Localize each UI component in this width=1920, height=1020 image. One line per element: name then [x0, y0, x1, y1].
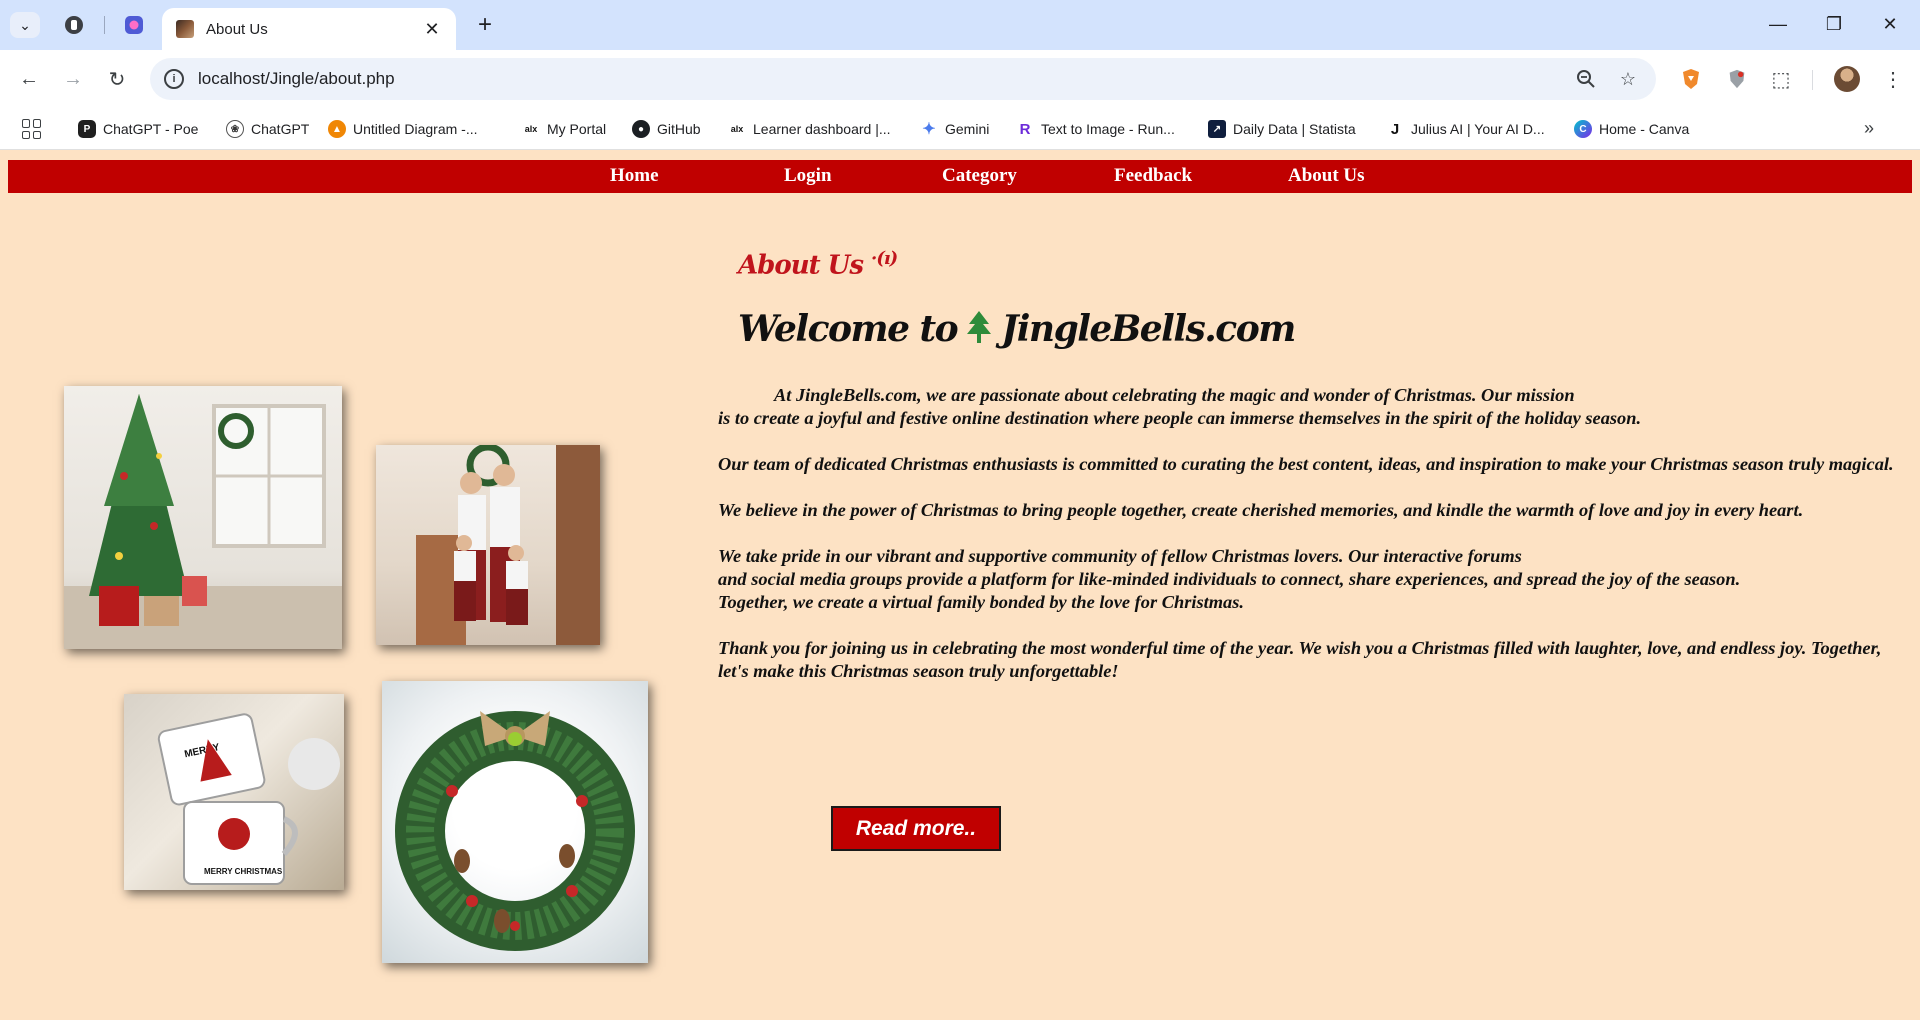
- toolbar-separator: [1812, 70, 1813, 90]
- nav-link-feedback[interactable]: Feedback: [1114, 165, 1192, 187]
- new-tab-button[interactable]: +: [470, 10, 500, 40]
- browser-toolbar: ← → ↻ i localhost/Jingle/about.php ☆ ⬚ ⋮: [0, 50, 1920, 108]
- tab-separator: [104, 16, 105, 34]
- broadcast-icon: ·(ı): [871, 248, 898, 269]
- address-bar[interactable]: i localhost/Jingle/about.php ☆: [150, 58, 1656, 100]
- nav-link-category[interactable]: Category: [942, 165, 1017, 187]
- nav-link-login[interactable]: Login: [784, 165, 832, 187]
- pinned-app-icon: [125, 16, 143, 34]
- welcome-heading: Welcome to JingleBells.com: [738, 308, 1296, 350]
- about-paragraph: Thank you for joining us in celebrating …: [718, 638, 1882, 681]
- bookmarks-bar: P ChatGPT - Poe ❀ ChatGPT ▲ Untitled Dia…: [0, 108, 1920, 150]
- bookmark-item[interactable]: alx My Portal: [522, 118, 606, 140]
- poe-icon: P: [78, 120, 96, 138]
- bookmark-item[interactable]: P ChatGPT - Poe: [78, 118, 198, 140]
- bookmark-star-icon[interactable]: ☆: [1614, 65, 1642, 93]
- site-navbar: Home Login Category Feedback About Us: [8, 160, 1912, 193]
- about-description: At JingleBells.com, we are passionate ab…: [718, 384, 1898, 706]
- pinned-tab-2[interactable]: [122, 13, 146, 37]
- julius-icon: J: [1386, 120, 1404, 138]
- bookmark-item[interactable]: alx Learner dashboard |...: [728, 118, 891, 140]
- canva-icon: C: [1574, 120, 1592, 138]
- profile-avatar[interactable]: [1834, 66, 1860, 92]
- restore-icon[interactable]: ❐: [1814, 8, 1854, 40]
- gemini-icon: ✦: [920, 120, 938, 138]
- window-close-icon[interactable]: ✕: [1870, 8, 1910, 40]
- read-more-button[interactable]: Read more..: [831, 806, 1001, 851]
- about-paragraph: Our team of dedicated Christmas enthusia…: [718, 454, 1894, 474]
- minimize-icon[interactable]: —: [1758, 8, 1798, 40]
- extensions-puzzle-icon[interactable]: ⬚: [1768, 66, 1794, 92]
- tab-title: About Us: [206, 20, 268, 38]
- brave-shield-icon[interactable]: [1678, 66, 1704, 92]
- active-tab[interactable]: About Us ✕: [162, 8, 456, 50]
- about-paragraph: At JingleBells.com, we are passionate ab…: [718, 385, 1642, 428]
- forward-arrow-icon[interactable]: →: [58, 64, 88, 94]
- alx-icon: alx: [728, 120, 746, 138]
- christmas-mugs-photo: MERRY MERRY CHRISTMAS: [124, 694, 344, 890]
- reload-icon[interactable]: ↻: [102, 64, 132, 94]
- github-icon: ●: [632, 120, 650, 138]
- apps-grid-icon[interactable]: [22, 119, 42, 139]
- svg-text:MERRY CHRISTMAS: MERRY CHRISTMAS: [204, 867, 283, 876]
- browser-tab-strip: ⌄ About Us ✕ + — ❐ ✕: [0, 0, 1920, 50]
- christmas-wreath-photo: [382, 681, 648, 963]
- back-arrow-icon[interactable]: ←: [14, 64, 44, 94]
- about-us-heading: About Us ·(ı): [738, 248, 898, 281]
- christmas-tree-icon: [967, 311, 992, 343]
- family-christmas-photo: [376, 445, 600, 645]
- bookmark-item[interactable]: C Home - Canva: [1574, 118, 1689, 140]
- alx-icon: alx: [522, 120, 540, 138]
- christmas-tree-photo: [64, 386, 342, 649]
- about-paragraph: We believe in the power of Christmas to …: [718, 500, 1804, 520]
- bookmark-item[interactable]: ↗ Daily Data | Statista: [1208, 118, 1356, 140]
- kebab-menu-icon[interactable]: ⋮: [1880, 66, 1906, 92]
- about-paragraph: We take pride in our vibrant and support…: [718, 546, 1741, 612]
- bookmark-item[interactable]: ▲ Untitled Diagram -...: [328, 118, 477, 140]
- security-shield-icon[interactable]: [1724, 66, 1750, 92]
- tab-favicon-icon: [176, 20, 194, 38]
- nav-link-home[interactable]: Home: [610, 165, 659, 187]
- more-bookmarks-icon[interactable]: »: [1864, 118, 1874, 139]
- bookmark-item[interactable]: ● GitHub: [632, 118, 701, 140]
- pinned-app-icon: [65, 16, 83, 34]
- drawio-icon: ▲: [328, 120, 346, 138]
- pinned-tab-1[interactable]: [62, 13, 86, 37]
- bookmark-item[interactable]: R Text to Image - Run...: [1016, 118, 1175, 140]
- site-info-icon[interactable]: i: [164, 69, 184, 89]
- tab-search-button[interactable]: ⌄: [10, 12, 40, 38]
- close-tab-icon[interactable]: ✕: [422, 19, 442, 40]
- statista-icon: ↗: [1208, 120, 1226, 138]
- bookmark-item[interactable]: J Julius AI | Your AI D...: [1386, 118, 1545, 140]
- zoom-icon[interactable]: [1572, 65, 1600, 93]
- chevron-down-icon: ⌄: [19, 16, 31, 33]
- url-text[interactable]: localhost/Jingle/about.php: [198, 69, 1572, 89]
- nav-link-about-us[interactable]: About Us: [1288, 165, 1365, 187]
- bookmark-item[interactable]: ✦ Gemini: [920, 118, 989, 140]
- runway-icon: R: [1016, 120, 1034, 138]
- bookmark-item[interactable]: ❀ ChatGPT: [226, 118, 309, 140]
- openai-icon: ❀: [226, 120, 244, 138]
